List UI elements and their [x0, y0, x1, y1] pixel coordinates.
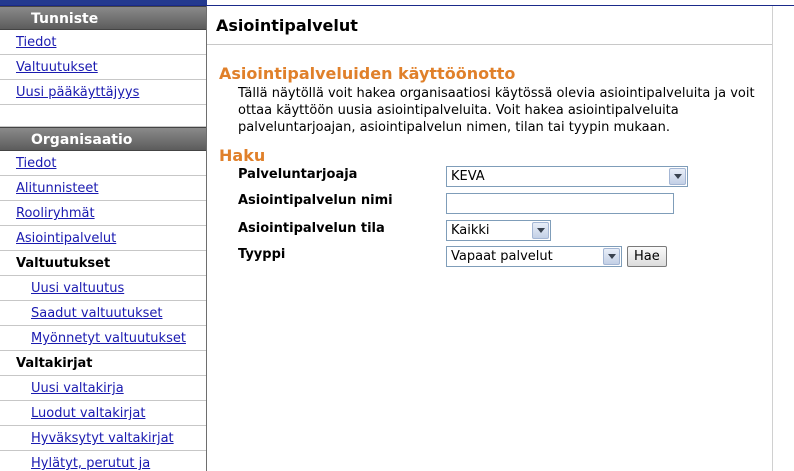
top-strip-dark — [0, 0, 207, 5]
sidebar-item-myonnetyt-valtuutukset[interactable]: Myönnetyt valtuutukset — [0, 326, 206, 351]
name-input[interactable] — [446, 193, 674, 214]
chevron-down-icon[interactable] — [603, 248, 620, 265]
sidebar-item-rooliryhmat[interactable]: Rooliryhmät — [0, 201, 206, 226]
sidebar-item-uusi-valtuutus[interactable]: Uusi valtuutus — [0, 276, 206, 301]
name-label: Asiointipalvelun nimi — [238, 193, 393, 208]
sidebar-item-uusi-paakayttajyys[interactable]: Uusi pääkäyttäjyys — [0, 80, 206, 105]
title-divider — [207, 44, 772, 45]
type-label: Tyyppi — [238, 247, 286, 262]
sidebar-link[interactable]: Uusi pääkäyttäjyys — [16, 85, 139, 100]
section-title: Asiointipalveluiden käyttöönotto — [219, 64, 516, 83]
chevron-down-icon[interactable] — [669, 168, 686, 185]
sidebar-header-tunniste: Tunniste — [0, 6, 206, 30]
sidebar-item-hyvaksytyt-valtakirjat[interactable]: Hyväksytyt valtakirjat — [0, 426, 206, 451]
sidebar-link[interactable]: Rooliryhmät — [16, 206, 95, 221]
sidebar-link[interactable]: Saadut valtuutukset — [31, 306, 163, 321]
sidebar-item-uusi-valtakirja[interactable]: Uusi valtakirja — [0, 376, 206, 401]
type-select[interactable]: Vapaat palvelut — [446, 246, 622, 267]
state-select[interactable]: Kaikki — [446, 220, 551, 241]
sidebar-item-tunniste-tiedot[interactable]: Tiedot — [0, 30, 206, 55]
vertical-scrollbar[interactable] — [772, 6, 794, 471]
sidebar-group-valtuutukset: Valtuutukset — [0, 251, 206, 276]
sidebar: Tunniste Tiedot Valtuutukset Uusi pääkäy… — [0, 6, 207, 471]
sidebar-link[interactable]: Asiointipalvelut — [16, 231, 116, 246]
state-select-value: Kaikki — [451, 223, 490, 238]
sidebar-item-alitunnisteet[interactable]: Alitunnisteet — [0, 176, 206, 201]
chevron-down-icon[interactable] — [532, 222, 549, 239]
sidebar-link[interactable]: Uusi valtakirja — [31, 381, 124, 396]
provider-label: Palveluntarjoaja — [238, 167, 358, 182]
sidebar-item-tunniste-valtuutukset[interactable]: Valtuutukset — [0, 55, 206, 80]
sidebar-link[interactable]: Myönnetyt valtuutukset — [31, 331, 186, 346]
sidebar-link[interactable]: Valtuutukset — [16, 60, 98, 75]
state-label: Asiointipalvelun tila — [238, 221, 385, 236]
sidebar-link[interactable]: Luodut valtakirjat — [31, 406, 145, 421]
sidebar-link[interactable]: Tiedot — [16, 35, 56, 50]
sidebar-link[interactable]: Hyväksytyt valtakirjat — [31, 431, 174, 446]
sidebar-item-saadut-valtuutukset[interactable]: Saadut valtuutukset — [0, 301, 206, 326]
sidebar-gap — [0, 105, 206, 127]
sidebar-link[interactable]: Hylätyt, perutut ja — [31, 456, 150, 471]
sidebar-link[interactable]: Tiedot — [16, 156, 56, 171]
sidebar-header-organisaatio: Organisaatio — [0, 127, 206, 151]
intro-text: Tällä näytöllä voit hakea organisaatiosi… — [238, 86, 755, 135]
provider-select[interactable]: KEVA — [446, 166, 688, 187]
sidebar-item-hylatyt-perutut[interactable]: Hylätyt, perutut ja — [0, 451, 206, 471]
page-title: Asiointipalvelut — [216, 16, 358, 35]
search-button[interactable]: Hae — [627, 246, 667, 267]
search-title: Haku — [219, 146, 266, 165]
sidebar-item-asiointipalvelut[interactable]: Asiointipalvelut — [0, 226, 206, 251]
sidebar-link[interactable]: Alitunnisteet — [16, 181, 99, 196]
sidebar-item-org-tiedot[interactable]: Tiedot — [0, 151, 206, 176]
sidebar-item-luodut-valtakirjat[interactable]: Luodut valtakirjat — [0, 401, 206, 426]
provider-select-value: KEVA — [451, 169, 485, 184]
type-select-value: Vapaat palvelut — [451, 249, 553, 264]
sidebar-group-valtakirjat: Valtakirjat — [0, 351, 206, 376]
sidebar-link[interactable]: Uusi valtuutus — [31, 281, 124, 296]
main-content: Asiointipalvelut Asiointipalveluiden käy… — [207, 6, 772, 471]
